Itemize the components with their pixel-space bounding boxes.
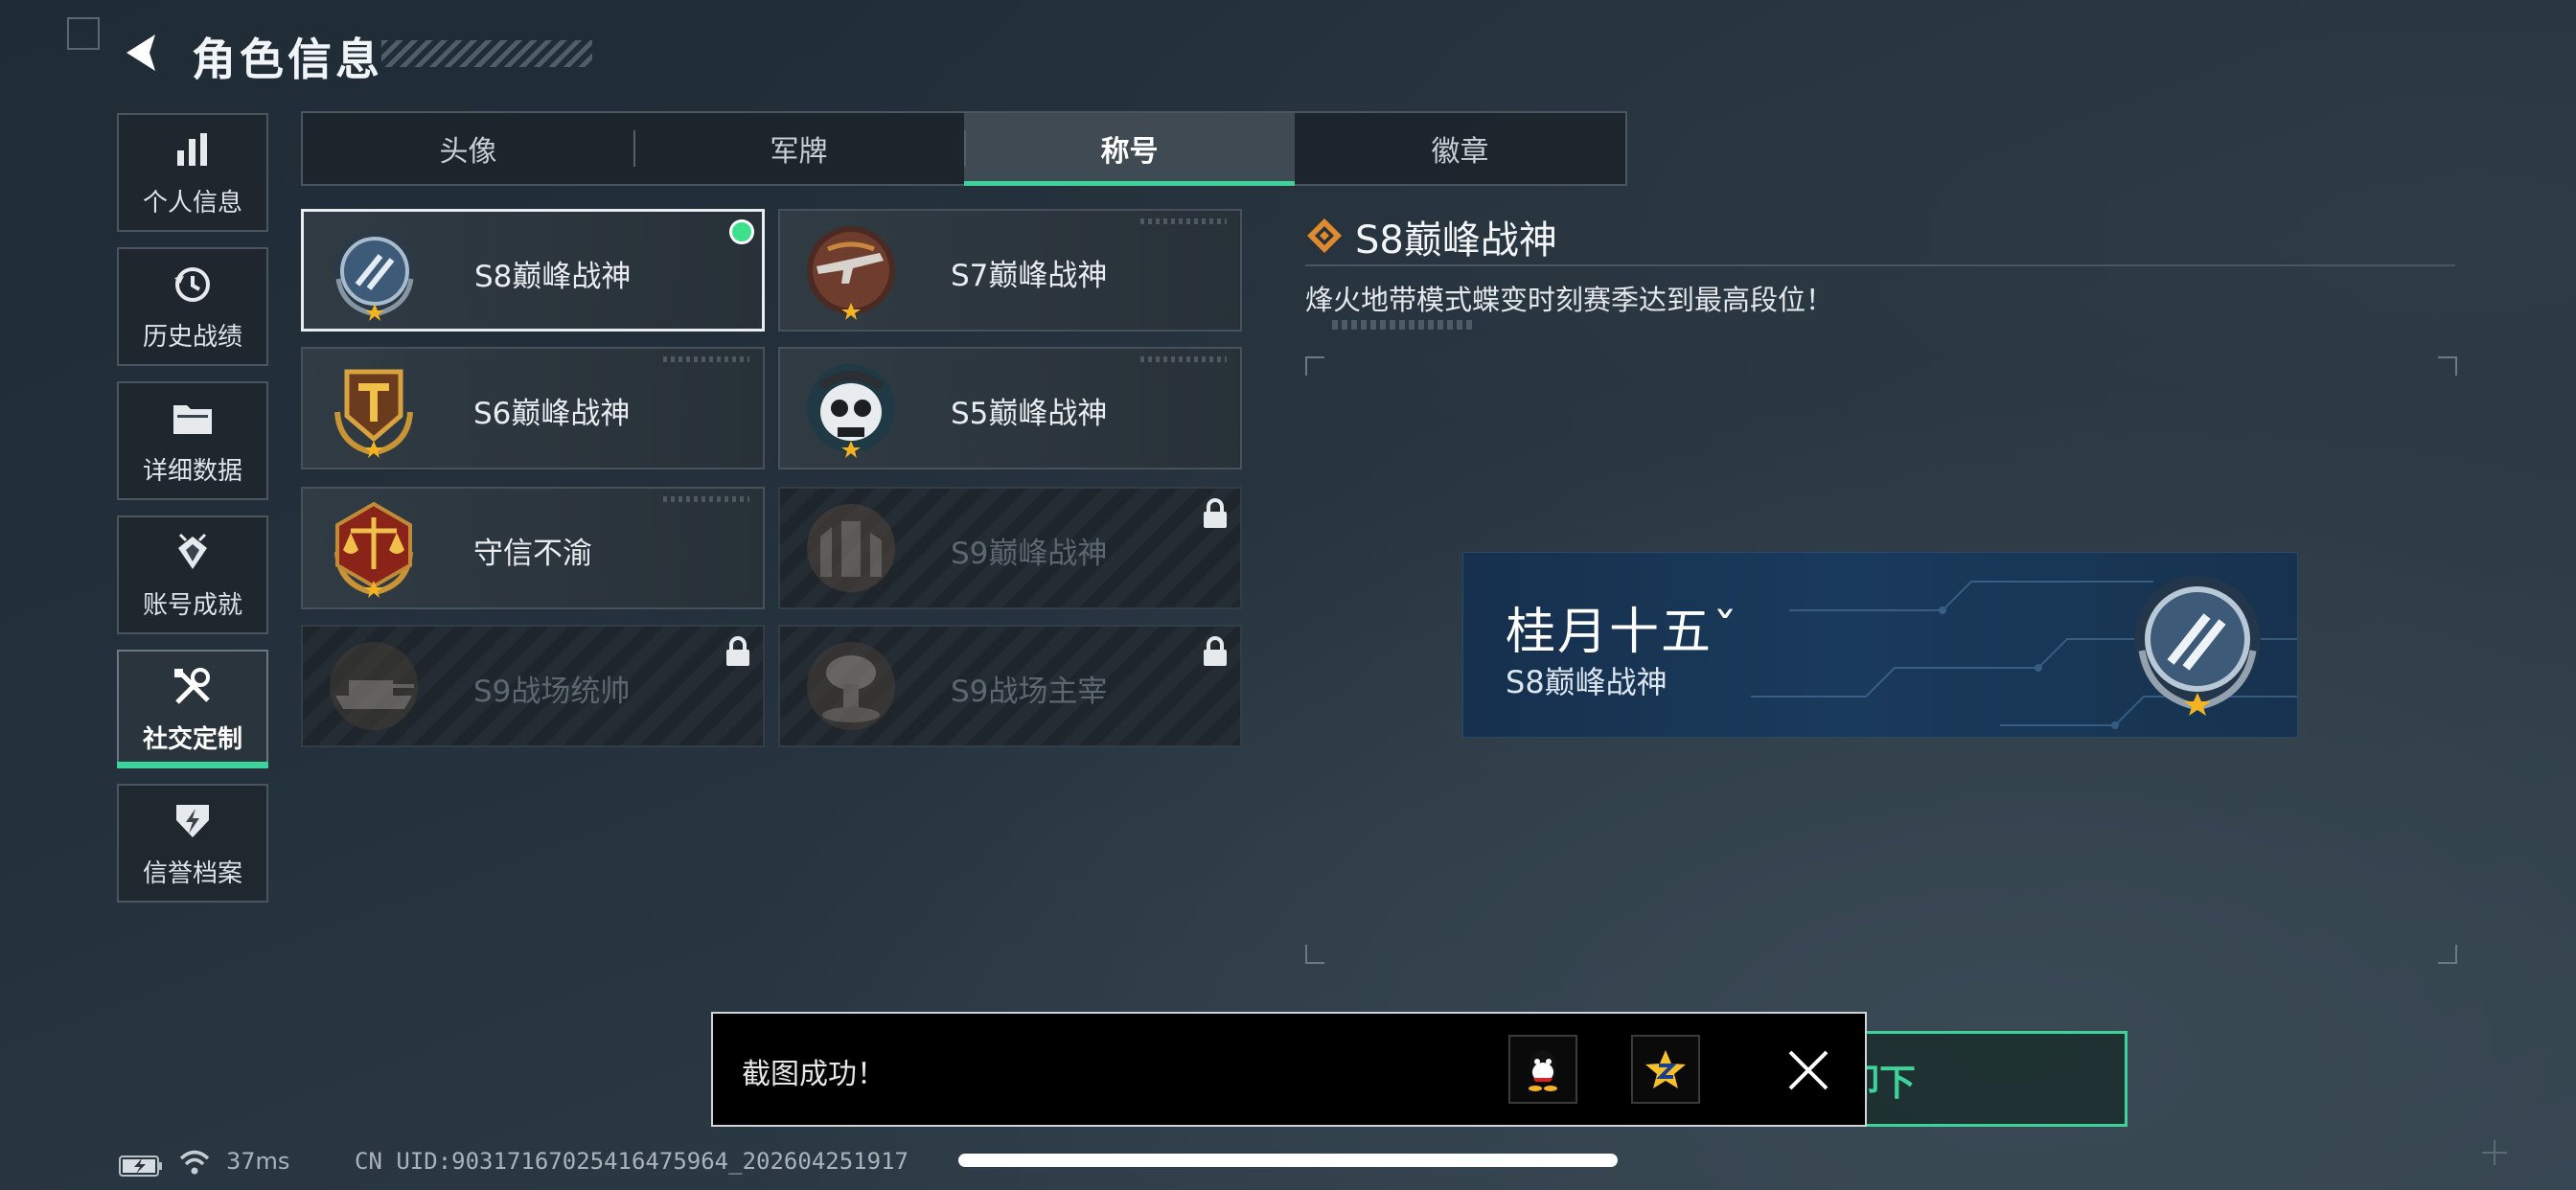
title-name: S5巅峰战神 [951,397,1108,431]
achievement-icon [170,530,216,576]
title-name: S9战场统帅 [473,675,631,709]
lock-icon [726,636,749,666]
close-icon[interactable] [1786,1048,1830,1092]
title-card[interactable]: 守信不渝 [301,487,765,609]
tab-dogtag[interactable]: 军牌 [633,113,964,184]
scales-emblem-icon [334,501,413,598]
credit-icon [170,798,216,844]
corner-marker [67,17,100,50]
tank-emblem-icon [330,642,418,730]
sidebar-item-label: 详细数据 [142,456,242,486]
page-title: 角色信息 [192,34,383,85]
title-name: S8巅峰战神 [474,260,632,294]
lock-icon [1204,636,1227,666]
gold-t-emblem-icon [334,369,413,458]
qzone-share-icon[interactable] [1631,1035,1700,1104]
player-uid: CN UID:9031716702541647596​4_20260425191… [355,1148,908,1175]
mushroom-cloud-emblem-icon [807,642,895,730]
history-clock-icon [170,262,216,308]
sidebar-item-profile[interactable]: 个人信息 [117,113,268,232]
battery-charging-icon [119,1156,162,1177]
title-card[interactable]: S9战场主宰 [778,625,1242,747]
title-name: S9巅峰战神 [951,537,1108,571]
title-decoration [381,40,592,67]
equipped-indicator [729,219,754,244]
sidebar-item-credit[interactable]: 信誉档案 [117,784,268,903]
title-preview-banner: 桂月十五ˇ S8巅峰战神 [1462,552,2298,738]
sidebar-item-achievements[interactable]: 账号成就 [117,515,268,634]
qq-share-icon[interactable] [1508,1035,1577,1104]
tab-avatar[interactable]: 头像 [303,113,633,184]
sidebar-item-details[interactable]: 详细数据 [117,381,268,500]
screenshot-toast: 截图成功！ [711,1012,1867,1127]
card-decoration [663,356,749,362]
skull-emblem-icon [807,364,895,458]
sidebar-item-label: 社交定制 [142,724,242,754]
title-name: S6巅峰战神 [473,397,631,431]
title-card[interactable]: S8巅峰战神 [301,209,765,332]
title-card[interactable]: S7巅峰战神 [778,209,1242,332]
sidebar-item-label: 历史战绩 [142,322,242,352]
divider [1305,264,2455,266]
tab-badge[interactable]: 徽章 [1295,113,1625,184]
home-indicator[interactable] [958,1154,1618,1167]
toast-message: 截图成功！ [742,1058,886,1091]
tab-title[interactable]: 称号 [964,113,1295,186]
folder-icon [170,396,216,442]
ruins-emblem-icon [807,504,895,592]
title-card[interactable]: S6巅峰战神 [301,347,765,469]
bar-chart-icon [170,127,216,173]
tools-icon [170,664,216,710]
blue-laurel-emblem-icon [333,229,417,321]
title-card[interactable]: S5巅峰战神 [778,347,1242,469]
category-tabs: 头像 军牌 称号 徽章 [301,111,1627,186]
preview-title: S8巅峰战神 [1506,664,1668,700]
back-arrow-icon[interactable] [117,29,165,77]
title-diamond-icon [1307,218,1342,253]
wifi-icon [179,1150,210,1175]
detail-decoration [1332,320,1476,330]
lock-icon [1204,498,1227,528]
sidebar-item-social-custom[interactable]: 社交定制 [117,650,268,768]
title-name: S9战场主宰 [951,675,1108,709]
card-decoration [1140,356,1227,362]
card-decoration [1140,218,1227,224]
card-decoration [663,496,749,502]
player-name: 桂月十五ˇ [1506,604,1740,661]
sidebar-item-history[interactable]: 历史战绩 [117,247,268,366]
title-card[interactable]: S9巅峰战神 [778,487,1242,609]
title-name: S7巅峰战神 [951,259,1108,293]
plus-icon [2482,1140,2507,1165]
rifle-emblem-icon [807,226,895,320]
sidebar-item-label: 信誉档案 [142,858,242,888]
ping-readout: 37ms [226,1148,290,1175]
title-name: 守信不渝 [473,537,592,571]
detail-description: 烽火地带模式蝶变时刻赛季达到最高段位！ [1305,284,1834,316]
title-card[interactable]: S9战场统帅 [301,625,765,747]
sidebar-item-label: 账号成就 [142,590,242,620]
detail-title: S8巅峰战神 [1355,218,1557,263]
blue-laurel-emblem-icon [2134,576,2261,716]
sidebar-item-label: 个人信息 [142,188,242,217]
